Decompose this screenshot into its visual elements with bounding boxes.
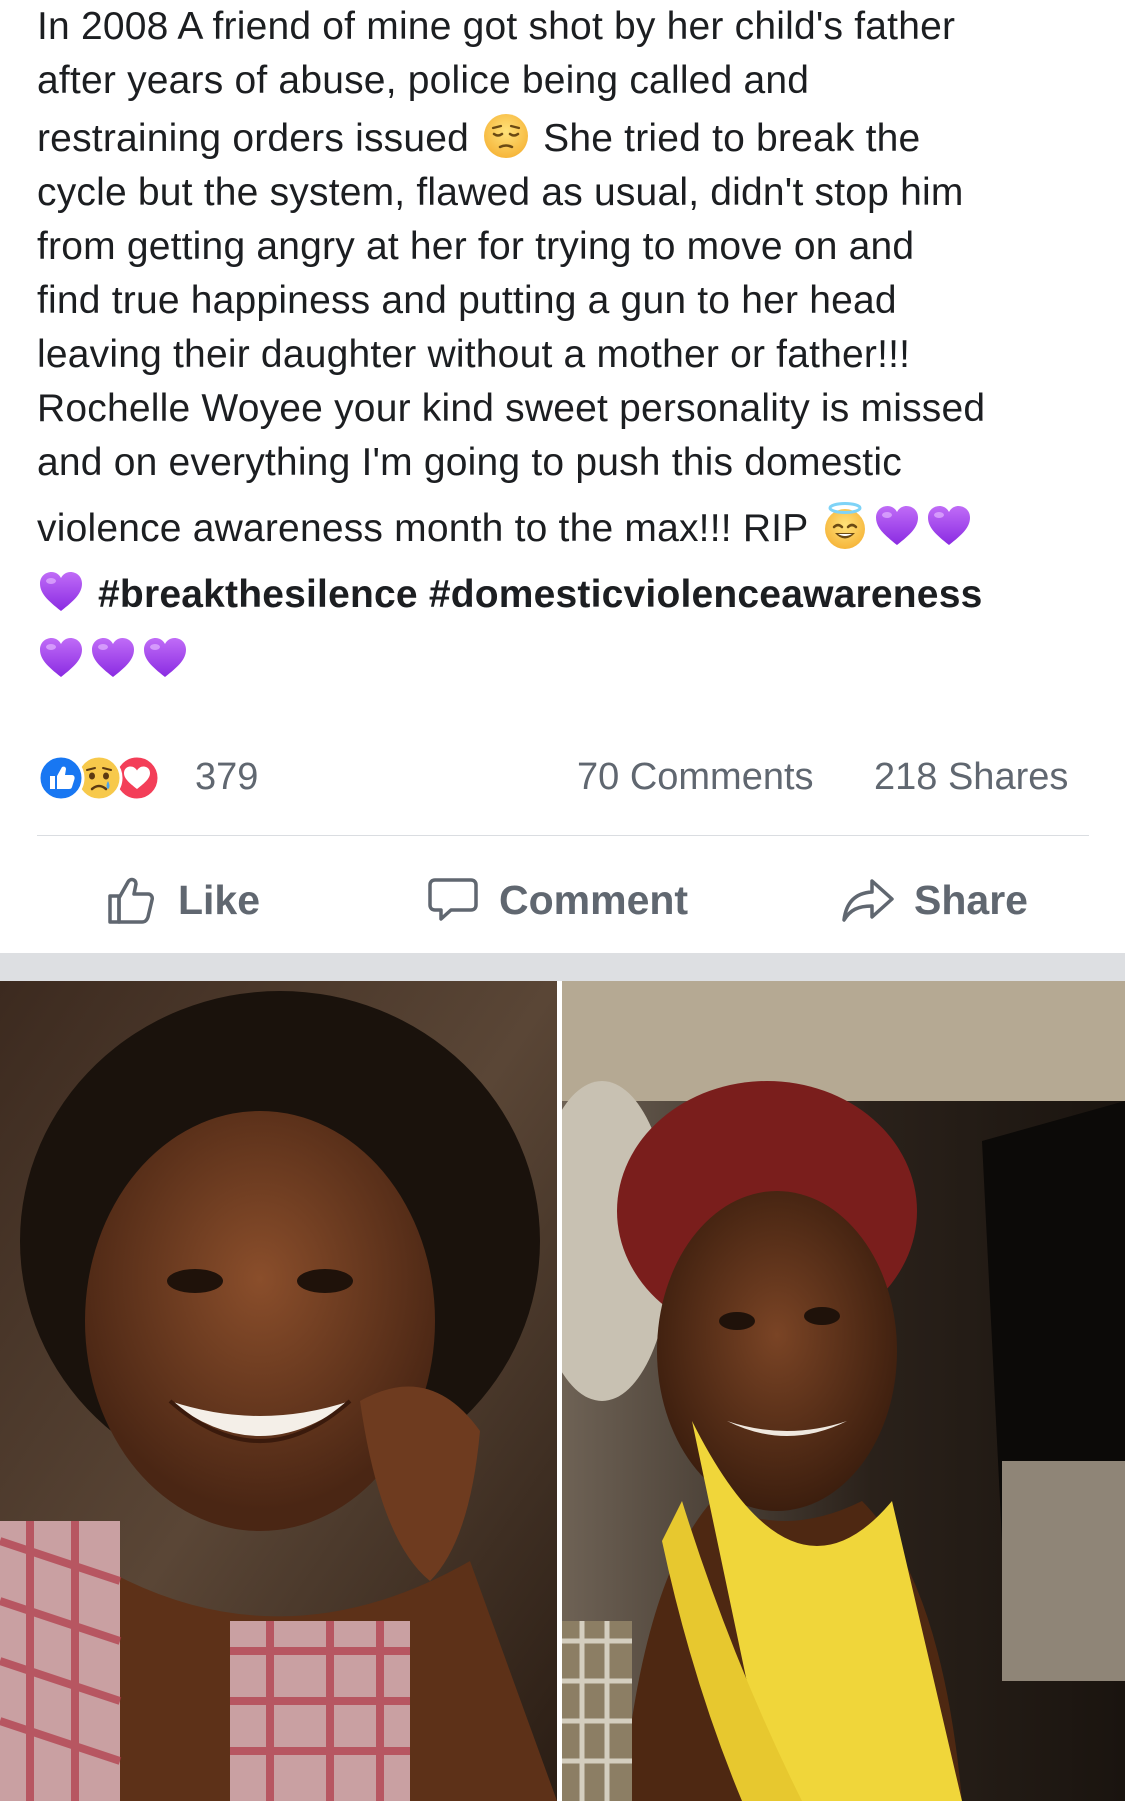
reaction-count[interactable]: 379 [195,756,258,799]
post-text-line: violence awareness month to the max!!! R… [37,502,1092,556]
comments-count[interactable]: 70 Comments [577,756,814,799]
post-text-line: after years of abuse, police being calle… [37,54,1092,108]
post-text-line: cycle but the system, flawed as usual, d… [37,166,1092,220]
post-text-segment: cycle but the system, flawed as usual, d… [37,171,964,214]
post-text-line: In 2008 A friend of mine got shot by her… [37,0,1092,54]
like-button[interactable]: Like [104,870,260,930]
thumbs-up-icon [108,877,154,924]
feed-separator [0,953,1125,981]
comment-label: Comment [499,876,689,923]
post-text-line: restraining orders issued She tried to b… [37,112,1092,166]
portrait-photo-1 [0,981,557,1801]
purple-heart-emoji [873,502,921,550]
post-text-segment: She tried to break the [543,117,921,160]
comment-icon [428,878,478,921]
post-text-segment: restraining orders issued [37,117,470,160]
post-text-line: and on everything I'm going to push this… [37,436,1092,490]
post-text-segment: In 2008 A friend of mine got shot by her… [37,5,956,48]
photo-left[interactable] [0,981,557,1801]
post-text-line: leaving their daughter without a mother … [37,328,1092,382]
post-text-line: find true happiness and putting a gun to… [37,274,1092,328]
shares-count[interactable]: 218 Shares [874,756,1068,799]
post-text-segment: Rochelle Woyee your kind sweet personali… [37,387,986,430]
purple-heart-emoji [89,634,137,682]
smiling-face-with-halo-emoji [821,502,869,550]
reactions-summary: 379 70 Comments 218 Shares [37,748,1089,808]
portrait-photo-2 [562,981,1125,1801]
post-text-line: #breakthesilence #domesticviolenceawaren… [37,568,1092,622]
hashtag-domesticviolenceawareness[interactable]: #domesticviolenceawareness [429,573,983,616]
share-label: Share [914,876,1028,923]
post-text-segment: find true happiness and putting a gun to… [37,279,897,322]
like-label: Like [178,876,261,923]
post-text-segment: from getting angry at her for trying to … [37,225,915,268]
photo-collage [0,981,1125,1801]
like-reaction-icon [37,754,85,802]
share-arrow-icon [842,879,894,922]
divider [37,835,1089,836]
post-text-line [37,634,1092,688]
hashtag-breakthesilence[interactable]: #breakthesilence [98,573,418,616]
purple-heart-emoji [37,634,85,682]
photo-right[interactable] [562,981,1125,1801]
facebook-post: In 2008 A friend of mine got shot by her… [0,0,1125,1801]
purple-heart-emoji [925,502,973,550]
post-text-segment: leaving their daughter without a mother … [37,333,911,376]
post-text-segment: and on everything I'm going to push this… [37,441,902,484]
purple-heart-emoji [37,568,85,616]
post-text: In 2008 A friend of mine got shot by her… [37,0,1092,688]
post-text-segment: after years of abuse, police being calle… [37,59,810,102]
reaction-icons[interactable] [37,754,187,804]
pensive-face-emoji [482,112,530,160]
comment-button[interactable]: Comment [425,870,688,930]
purple-heart-emoji [141,634,189,682]
post-text-line: from getting angry at her for trying to … [37,220,1092,274]
post-text-segment: violence awareness month to the max!!! R… [37,507,808,550]
post-text-line: Rochelle Woyee your kind sweet personali… [37,382,1092,436]
post-action-bar: Like Comment Share [0,860,1125,940]
share-button[interactable]: Share [840,870,1028,930]
